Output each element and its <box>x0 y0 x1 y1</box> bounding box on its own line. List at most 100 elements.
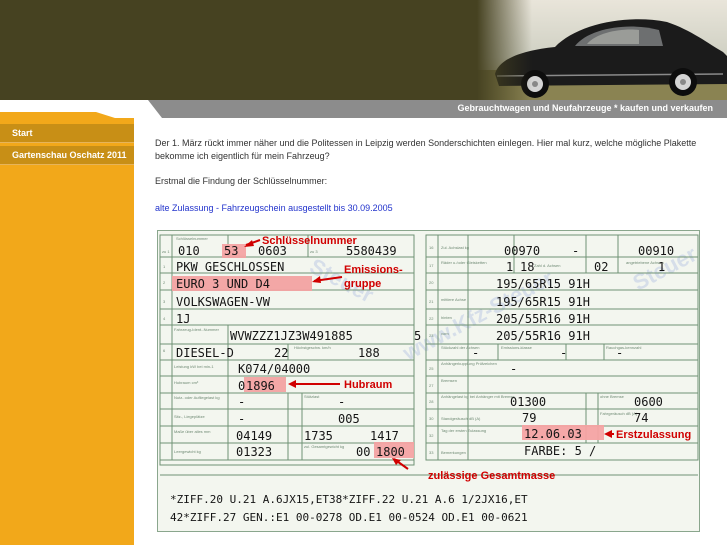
label-r21: 21 <box>429 299 434 304</box>
label-r20: 20 <box>429 280 434 285</box>
registration-document-image: Steuer www.Kfz-Steuer Steuer Schlüsselnu… <box>157 230 700 532</box>
value-wheels-2: 18 <box>520 260 534 274</box>
label-r25: 25 <box>429 366 434 371</box>
label-nutz: Nutz- oder Aufliegelast kg <box>174 395 220 400</box>
annotation-emission-1: Emissions- <box>344 264 403 276</box>
value-coupling: - <box>510 362 517 376</box>
value-gross-prefix: 00 <box>356 445 370 459</box>
intro-text: Der 1. März rückt immer näher und die Po… <box>155 138 697 161</box>
value-noise-stand: 79 <box>522 411 536 425</box>
value-trailer-braked: 01300 <box>510 395 546 409</box>
value-key-prefix: 010 <box>178 244 200 258</box>
label-r17: 17 <box>429 263 434 268</box>
label-vorn: vorn <box>441 331 449 336</box>
label-stand: Standgeräusch dB (A) <box>441 416 481 421</box>
annotation-gross-weight: zulässige Gesamtmasse <box>428 470 555 482</box>
remarks-line-2: 42*ZIFF.27 GEN.:E1 00-0278 OD.E1 00-0524… <box>170 511 528 524</box>
sidebar-item-gartenschau[interactable]: Gartenschau Oschatz 2011 <box>0 146 134 165</box>
value-type: 1J <box>176 312 190 326</box>
label-rad: Räder u./oder Gleisketten <box>441 260 487 265</box>
value-driven-axles: 1 <box>658 260 665 274</box>
value-tire-2: 195/65R15 91H <box>496 295 590 309</box>
label-r27: 27 <box>429 383 434 388</box>
label-l2: 2 <box>163 280 166 285</box>
label-mass: Maße über alles mm <box>174 429 211 434</box>
annotation-key-number: Schlüsselnummer <box>262 235 357 247</box>
value-noise-drive: 74 <box>634 411 648 425</box>
value-seats: - <box>238 412 245 426</box>
value-key-suffix: 53 <box>224 244 238 258</box>
label-r32: 32 <box>429 433 434 438</box>
label-r22: 22 <box>429 316 434 321</box>
value-check-digit: 5 <box>414 329 421 343</box>
old-registration-heading: alte Zulassung - Fahrzeugschein ausgeste… <box>155 203 393 213</box>
label-n1: zu 1 <box>162 249 170 254</box>
label-l6: 6 <box>163 348 166 353</box>
label-kupp: Anhängerkupplung Prüfzeichen <box>441 361 497 366</box>
value-top-speed: 188 <box>358 346 380 360</box>
value-fuel: DIESEL-D <box>176 346 234 360</box>
value-color: FARBE: 5 / <box>524 444 596 458</box>
label-sitz: Sitz-, Liegeplätze <box>174 414 205 419</box>
label-rauch: Rauchgas-kennzahl <box>606 345 641 350</box>
label-r33: 33 <box>429 450 434 455</box>
sidebar <box>0 118 134 545</box>
value-emission-group: EURO 3 UND D4 <box>176 277 270 291</box>
step-text: Erstmal die Findung der Schlüsselnummer: <box>155 176 328 186</box>
label-r30: 30 <box>429 416 434 421</box>
label-ident: Fahrzeug-Ident.-Nummer <box>174 327 220 332</box>
value-axle-count: - <box>472 346 479 360</box>
label-bem: Bemerkungen <box>441 450 466 455</box>
registration-document: Steuer www.Kfz-Steuer Steuer Schlüsselnu… <box>159 234 699 524</box>
value-height: 1417 <box>370 429 399 443</box>
value-power: 22 <box>274 346 288 360</box>
value-seats-2: 005 <box>338 412 360 426</box>
annotation-first-registration: Erstzulassung <box>616 429 691 441</box>
value-displacement: 1896 <box>246 379 275 393</box>
value-length: 04149 <box>236 429 272 443</box>
value-axle-load-front: 00970 <box>504 244 540 258</box>
value-axle-load-rear: 00910 <box>638 244 674 258</box>
value-axle-load-mid: - <box>572 244 579 258</box>
value-first-registration: 12.06.03 <box>524 427 582 441</box>
label-r16: 16 <box>429 245 434 250</box>
value-manufacturer: VOLKSWAGEN-VW <box>176 295 271 309</box>
label-n3: zu 3 <box>310 249 318 254</box>
value-emission-class: - <box>560 346 567 360</box>
label-kw: Höchstgeschw. km/h <box>294 345 331 350</box>
label-l3: 3 <box>163 299 166 304</box>
label-key-header: Schlüsselnummer <box>176 236 208 241</box>
label-l4: 4 <box>163 316 166 321</box>
label-leer: Leergewicht kg <box>174 449 201 454</box>
label-tag: Tag der ersten Zulassung <box>441 428 486 433</box>
value-gross-weight: 1800 <box>376 445 405 459</box>
classic-car-photo <box>477 0 727 104</box>
label-mittlere: mittlere Achse <box>441 297 467 302</box>
label-zahl: Zahl d. Achsen <box>534 263 560 268</box>
label-emiss: Emissions-klasse <box>501 345 533 350</box>
label-stuetz: Stützlast <box>304 394 320 399</box>
label-anh: Anhängelast kg bei Anhänger mit Bremse <box>441 394 515 399</box>
value-payload: - <box>238 395 245 409</box>
site-tagline: Gebrauchtwagen und Neufahrzeuge * kaufen… <box>457 103 713 113</box>
value-load-2: - <box>338 395 345 409</box>
label-fahr: Fahrgeräusch dB (A) <box>600 411 638 416</box>
label-unm: Leistung kW bei min-1 <box>174 364 214 369</box>
label-r28: 28 <box>429 399 434 404</box>
label-l1: 1 <box>163 264 166 269</box>
label-anh2: ohne Bremse <box>600 394 625 399</box>
value-displacement-prefix: 0 <box>238 379 245 393</box>
label-hinten: hinten <box>441 315 452 320</box>
sidebar-item-start[interactable]: Start <box>0 124 134 143</box>
label-hubraum: Hubraum cm³ <box>174 380 199 385</box>
site-header <box>0 0 727 104</box>
label-zul: zul. Gesamtgewicht kg <box>304 444 344 449</box>
value-tire-4: 205/55R16 91H <box>496 329 590 343</box>
remarks-line-1: *ZIFF.20 U.21 A.6JX15,ET38*ZIFF.22 U.21 … <box>170 493 528 506</box>
label-brems: Bremsen <box>441 378 457 383</box>
value-code: K074/04000 <box>238 362 310 376</box>
value-tire-3: 205/55R16 91H <box>496 312 590 326</box>
annotation-emission-2: gruppe <box>344 278 381 290</box>
annotation-displacement: Hubraum <box>344 379 393 391</box>
value-trailer-unbraked: 0600 <box>634 395 663 409</box>
